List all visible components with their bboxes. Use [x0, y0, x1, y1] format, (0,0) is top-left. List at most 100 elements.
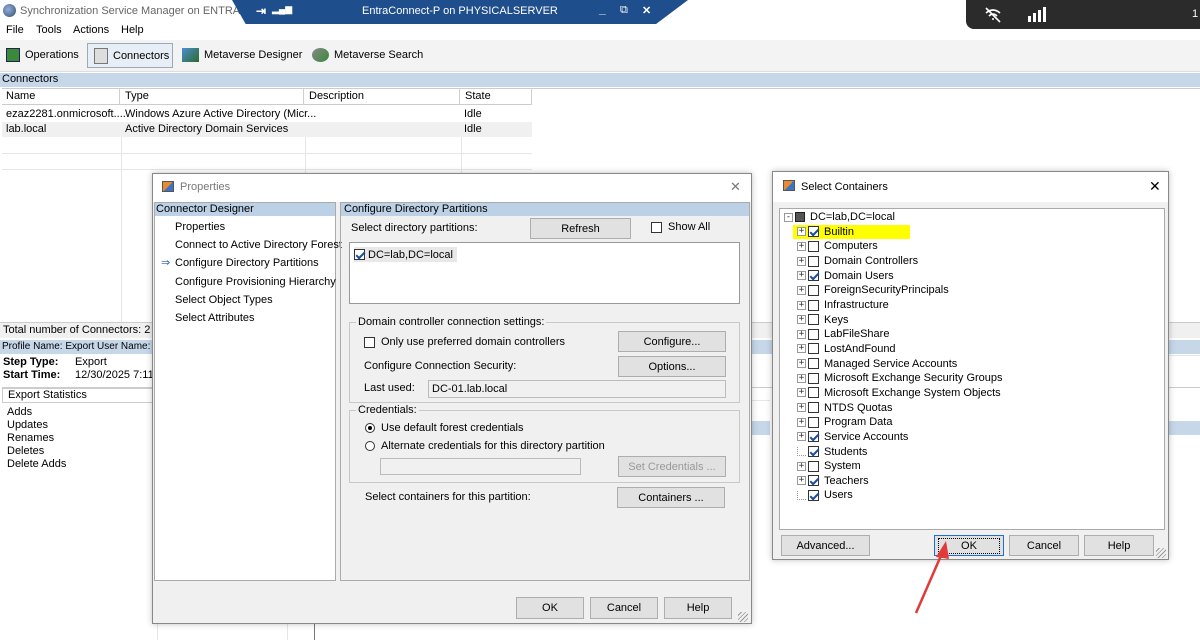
nav-connect-forest[interactable]: Connect to Active Directory Forest [175, 239, 342, 251]
tree-item[interactable]: + Computers [797, 239, 878, 254]
expand-icon[interactable]: + [797, 227, 806, 237]
tree-item[interactable]: + Builtin [793, 224, 910, 240]
container-checkbox[interactable] [808, 358, 819, 370]
close-icon[interactable]: ✕ [730, 179, 741, 195]
tree-item[interactable]: + System [797, 459, 861, 474]
expand-icon[interactable]: + [797, 403, 806, 413]
no-network-icon[interactable] [984, 6, 1002, 23]
refresh-button[interactable]: Refresh [530, 218, 631, 239]
options-button[interactable]: Options... [618, 356, 726, 377]
alternate-radio-dot[interactable] [365, 441, 375, 451]
container-checkbox[interactable] [808, 226, 819, 238]
expand-icon[interactable]: + [797, 359, 806, 369]
tree-item[interactable]: + Microsoft Exchange Security Groups [797, 371, 1003, 386]
tree-item[interactable]: + Domain Users [797, 268, 894, 283]
col-name[interactable]: Name [2, 89, 120, 105]
container-checkbox[interactable] [808, 460, 819, 472]
close-icon[interactable]: ✕ [1149, 178, 1161, 195]
tree-item[interactable]: Users [797, 488, 853, 503]
properties-cancel-button[interactable]: Cancel [590, 597, 658, 619]
containers-button[interactable]: Containers ... [617, 487, 725, 508]
container-checkbox[interactable] [808, 489, 819, 501]
tree-item[interactable]: + Service Accounts [797, 430, 908, 445]
container-checkbox[interactable] [808, 328, 819, 340]
properties-ok-button[interactable]: OK [516, 597, 584, 619]
col-type[interactable]: Type [121, 89, 304, 105]
container-checkbox[interactable] [808, 284, 819, 296]
menu-file[interactable]: File [6, 24, 24, 36]
tree-item[interactable]: + LabFileShare [797, 327, 889, 342]
tree-item[interactable]: + NTDS Quotas [797, 400, 892, 415]
containers-help-button[interactable]: Help [1084, 535, 1154, 556]
tree-item[interactable]: + ForeignSecurityPrincipals [797, 283, 949, 298]
tree-item[interactable]: + Managed Service Accounts [797, 356, 957, 371]
tree-item[interactable]: Students [797, 444, 867, 459]
expand-icon[interactable]: + [797, 344, 806, 354]
properties-help-button[interactable]: Help [664, 597, 732, 619]
container-checkbox[interactable] [808, 475, 819, 487]
resize-grip-icon[interactable] [738, 612, 748, 622]
container-checkbox[interactable] [808, 387, 819, 399]
expand-icon[interactable]: + [797, 373, 806, 383]
container-checkbox[interactable] [808, 431, 819, 443]
expand-icon[interactable]: + [797, 256, 806, 266]
nav-properties[interactable]: Properties [175, 221, 225, 233]
expand-icon[interactable]: + [797, 432, 806, 442]
menu-actions[interactable]: Actions [73, 24, 109, 36]
resize-grip-icon[interactable] [1156, 548, 1166, 558]
tree-item[interactable]: + Infrastructure [797, 298, 889, 313]
container-checkbox[interactable] [808, 416, 819, 428]
expand-icon[interactable]: + [797, 315, 806, 325]
list-item[interactable]: DC=lab,DC=local [354, 247, 457, 262]
rdp-minimize-icon[interactable]: _ [599, 2, 606, 16]
tree-item[interactable]: + Domain Controllers [797, 254, 918, 269]
tree-item[interactable]: + Microsoft Exchange System Objects [797, 386, 1001, 401]
use-default-radio-dot[interactable] [365, 423, 375, 433]
tree-item[interactable]: + LostAndFound [797, 342, 896, 357]
containers-cancel-button[interactable]: Cancel [1009, 535, 1079, 556]
col-description[interactable]: Description [305, 89, 460, 105]
container-checkbox[interactable] [808, 255, 819, 267]
expand-icon[interactable]: + [797, 329, 806, 339]
show-all-checkbox[interactable]: Show All [651, 221, 710, 233]
container-checkbox[interactable] [808, 270, 819, 282]
show-all-check[interactable] [651, 221, 662, 233]
use-default-radio[interactable]: Use default forest credentials [365, 422, 523, 434]
tree-item[interactable]: + Teachers [797, 474, 869, 489]
rdp-restore-icon[interactable]: ⧉ [620, 4, 628, 17]
table-row[interactable]: ezaz2281.onmicrosoft.... Windows Azure A… [2, 107, 532, 122]
expand-icon[interactable]: + [797, 285, 806, 295]
tree-root[interactable]: - DC=lab,DC=local [784, 210, 895, 225]
only-preferred-checkbox[interactable]: Only use preferred domain controllers [364, 336, 565, 348]
tree-item[interactable]: + Keys [797, 312, 848, 327]
partitions-list[interactable]: DC=lab,DC=local [349, 242, 740, 304]
expand-icon[interactable]: + [797, 476, 806, 486]
set-credentials-button[interactable]: Set Credentials ... [618, 456, 726, 477]
container-checkbox[interactable] [808, 299, 819, 311]
container-checkbox[interactable] [808, 314, 819, 326]
expand-icon[interactable]: + [797, 388, 806, 398]
nav-configure-partitions[interactable]: Configure Directory Partitions [175, 257, 319, 269]
container-checkbox[interactable] [808, 402, 819, 414]
toolbar-connectors[interactable]: Connectors [87, 43, 173, 68]
menu-tools[interactable]: Tools [36, 24, 62, 36]
advanced-button[interactable]: Advanced... [781, 535, 870, 556]
menu-help[interactable]: Help [121, 24, 144, 36]
only-preferred-check[interactable] [364, 336, 375, 348]
expand-icon[interactable]: + [797, 241, 806, 251]
signal-strength-icon[interactable] [1028, 7, 1048, 22]
containers-tree[interactable]: - DC=lab,DC=local + Builtin + Computers + Dom… [779, 208, 1165, 530]
pin-icon[interactable]: ⇥ [256, 4, 266, 18]
expand-icon[interactable]: + [797, 271, 806, 281]
tree-item[interactable]: + Program Data [797, 415, 892, 430]
nav-object-types[interactable]: Select Object Types [175, 294, 273, 306]
toolbar-operations[interactable]: Operations [6, 45, 79, 65]
expand-icon[interactable]: + [797, 300, 806, 310]
alternate-radio[interactable]: Alternate credentials for this directory… [365, 440, 605, 452]
toolbar-metaverse-designer[interactable]: Metaverse Designer [182, 45, 302, 65]
toolbar-metaverse-search[interactable]: Metaverse Search [312, 45, 423, 65]
table-row[interactable]: lab.local Active Directory Domain Servic… [2, 122, 532, 137]
collapse-icon[interactable]: - [784, 212, 793, 222]
container-checkbox[interactable] [808, 372, 819, 384]
expand-icon[interactable]: + [797, 417, 806, 427]
